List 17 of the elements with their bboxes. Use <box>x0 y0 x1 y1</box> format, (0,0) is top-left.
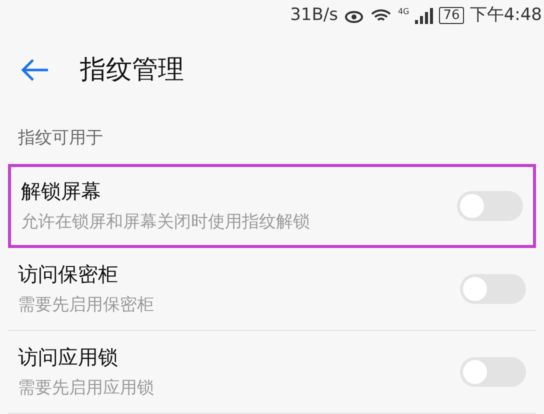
setting-title: 解锁屏幕 <box>21 178 102 206</box>
page-title: 指纹管理 <box>80 54 184 87</box>
battery-indicator: 76 <box>439 7 464 24</box>
setting-description: 需要先启用保密柜 <box>18 294 155 317</box>
section-header: 指纹可用于 <box>18 126 103 150</box>
signal-icon <box>415 8 434 24</box>
network-type: 4G <box>398 6 410 18</box>
setting-title: 访问应用锁 <box>18 344 119 372</box>
setting-description: 允许在锁屏和屏幕关闭时使用指纹解锁 <box>21 211 311 234</box>
setting-title: 访问保密柜 <box>18 260 119 288</box>
back-arrow-icon[interactable] <box>20 58 50 82</box>
clock: 下午4:48 <box>470 4 542 28</box>
toggle-switch[interactable] <box>460 356 526 387</box>
network-speed: 31B/s <box>290 4 338 28</box>
toggle-switch[interactable] <box>457 191 523 222</box>
toggle-switch[interactable] <box>460 274 526 304</box>
setting-description: 需要先启用应用锁 <box>18 377 155 400</box>
